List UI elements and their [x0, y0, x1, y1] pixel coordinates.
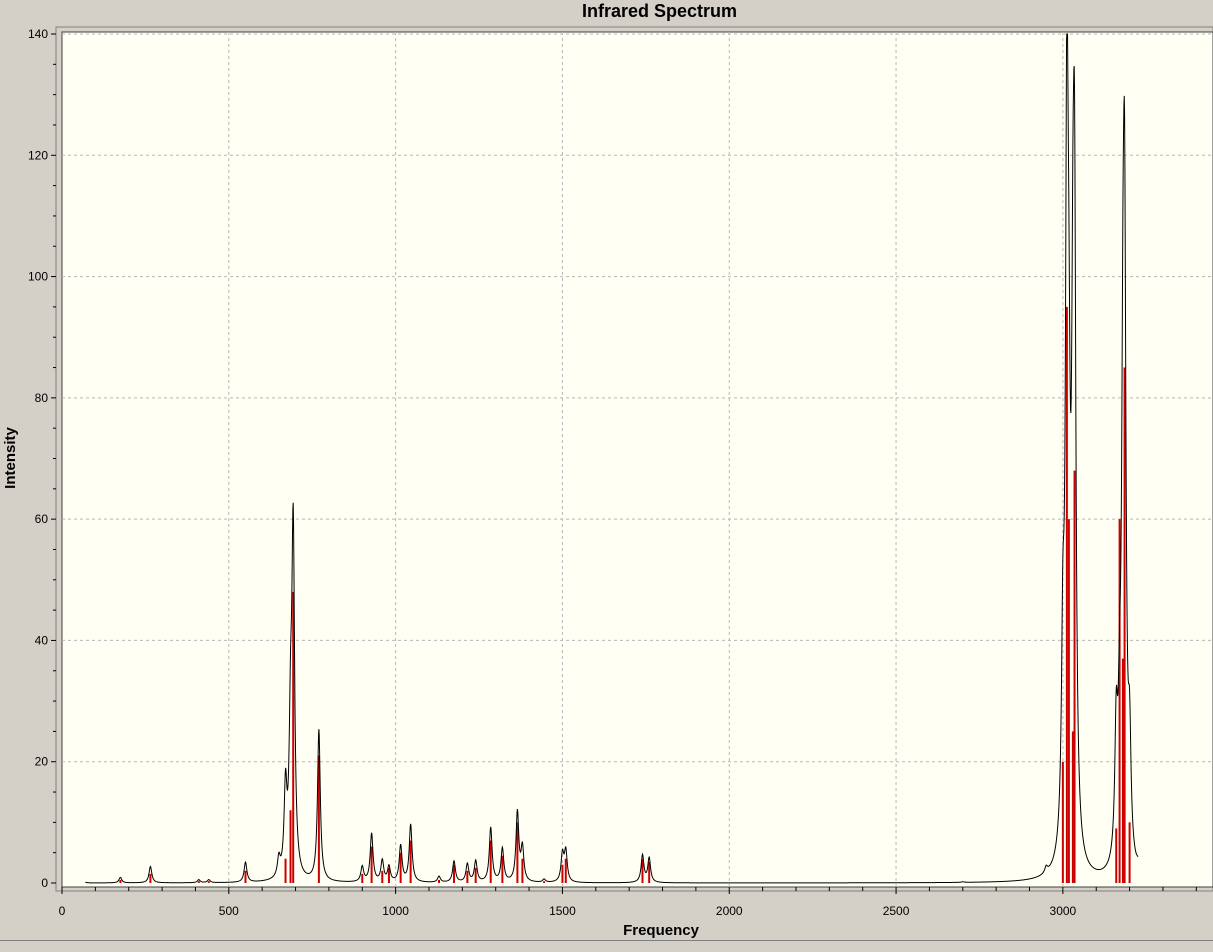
status-bar: [0, 940, 1213, 952]
x-tick-label: 2000: [716, 904, 743, 918]
infrared-spectrum-chart: Infrared Spectrum 0 500 1000 1500 2000 2500 30…: [0, 0, 1213, 952]
x-tick-label: 1500: [549, 904, 576, 918]
chart-canvas: 0 500 1000 1500 2000 2500 3000 0 20 40 60 80 100 120…: [2, 26, 1213, 939]
y-tick-label: 0: [41, 876, 48, 890]
x-tick-label: 1000: [382, 904, 409, 918]
y-tick-label: 80: [35, 391, 49, 405]
plot-area: [61, 31, 1213, 888]
y-tick-label: 140: [28, 27, 48, 41]
y-tick-label: 20: [35, 755, 49, 769]
x-tick-label: 3000: [1050, 904, 1077, 918]
y-tick-label: 120: [28, 148, 48, 162]
chart-title: Infrared Spectrum: [581, 1, 738, 21]
x-axis-label: Frequency: [623, 922, 700, 939]
x-tick-label: 0: [59, 904, 66, 918]
y-axis-label: Intensity: [2, 427, 19, 489]
y-tick-label: 40: [35, 633, 49, 647]
x-axis-ticks: 0 500 1000 1500 2000 2500 3000: [59, 887, 1197, 918]
y-axis-ticks: 0 20 40 60 80 100 120 140: [28, 27, 56, 890]
x-tick-label: 2500: [883, 904, 910, 918]
y-tick-label: 100: [28, 270, 48, 284]
y-tick-label: 60: [35, 512, 49, 526]
x-tick-label: 500: [219, 904, 239, 918]
